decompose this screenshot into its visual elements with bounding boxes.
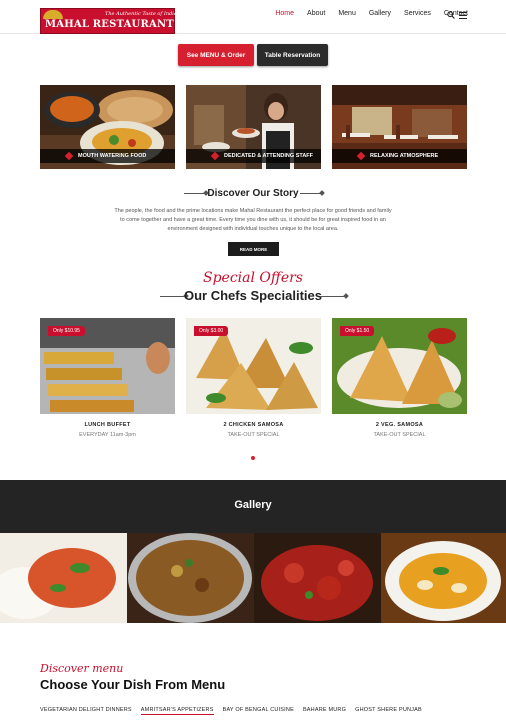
story-title: Discover Our Story: [207, 188, 299, 199]
gallery-image[interactable]: [254, 533, 381, 623]
feature-staff[interactable]: DEDICATED & ATTENDING STAFF: [186, 85, 321, 169]
price-badge: Only $10.95: [48, 326, 85, 336]
dish-subtitle: TAKE-OUT SPECIAL: [373, 432, 426, 438]
feature-food[interactable]: MOUTH WATERING FOOD: [40, 85, 175, 169]
dish-subtitle: EVERYDAY 11am-3pm: [79, 432, 136, 438]
feature-staff-label: DEDICATED & ATTENDING STAFF: [224, 153, 314, 159]
menu-tab[interactable]: GHOST SHERE PUNJAB: [355, 707, 422, 715]
nav-services[interactable]: Services: [404, 10, 431, 17]
menu-tab[interactable]: VEGETARIAN DELIGHT DINNERS: [40, 707, 132, 715]
price-badge: Only $1.50: [340, 326, 375, 336]
specialities-title: Our Chefs Specialities: [184, 288, 322, 303]
menu-tab[interactable]: BAHARE MURG: [303, 707, 346, 715]
price-badge: Only $3.00: [194, 326, 229, 336]
feature-food-label: MOUTH WATERING FOOD: [78, 153, 147, 159]
main-nav: Home About Menu Gallery Services Contact: [262, 10, 468, 17]
nav-home[interactable]: Home: [275, 10, 294, 17]
gallery-image[interactable]: [0, 533, 127, 623]
feature-atmosphere-label: RELAXING ATMOSPHERE: [370, 153, 439, 159]
feature-atmosphere[interactable]: RELAXING ATMOSPHERE: [332, 85, 467, 169]
discover-menu-script: Discover menu: [40, 662, 124, 675]
menu-tabs: VEGETARIAN DELIGHT DINNERS AMRITSAR'S AP…: [40, 707, 431, 715]
gallery-title: Gallery: [234, 499, 272, 511]
search-icon[interactable]: [447, 11, 455, 19]
crest-icon: [43, 10, 63, 19]
title-ornament-right: [320, 296, 346, 297]
story-text: The people, the food and the prime locat…: [114, 208, 392, 232]
menu-title: Choose Your Dish From Menu: [40, 677, 226, 692]
gallery-image[interactable]: [381, 533, 506, 623]
dish-name: LUNCH BUFFET: [84, 422, 131, 428]
gallery-header: Gallery: [0, 480, 506, 533]
carousel-dot[interactable]: [251, 456, 255, 460]
brand-tagline: The Authentic Taste of India: [105, 11, 177, 17]
menu-tab-active[interactable]: AMRITSAR'S APPETIZERS: [140, 707, 214, 715]
brand-name: Mahal Restaurant: [45, 19, 174, 30]
nav-about[interactable]: About: [307, 10, 325, 17]
read-more-button[interactable]: READ MORE: [228, 242, 279, 256]
nav-menu[interactable]: Menu: [338, 10, 356, 17]
hamburger-menu-icon[interactable]: [459, 12, 467, 19]
table-reservation-button[interactable]: Table Reservation: [257, 44, 328, 66]
nav-gallery[interactable]: Gallery: [369, 10, 391, 17]
dish-subtitle: TAKE-OUT SPECIAL: [227, 432, 280, 438]
site-header: The Authentic Taste of India Mahal Resta…: [0, 0, 506, 34]
menu-tab[interactable]: BAY OF BENGAL CUISINE: [223, 707, 294, 715]
special-offers-script: Special Offers: [203, 270, 303, 286]
dish-name: 2 CHICKEN SAMOSA: [223, 422, 284, 428]
gallery-image[interactable]: [127, 533, 254, 623]
dish-name: 2 VEG. SAMOSA: [375, 422, 424, 428]
see-menu-order-button[interactable]: See MENU & Order: [178, 44, 254, 66]
brand-logo[interactable]: The Authentic Taste of India Mahal Resta…: [40, 8, 177, 34]
title-ornament-right: [300, 193, 322, 194]
